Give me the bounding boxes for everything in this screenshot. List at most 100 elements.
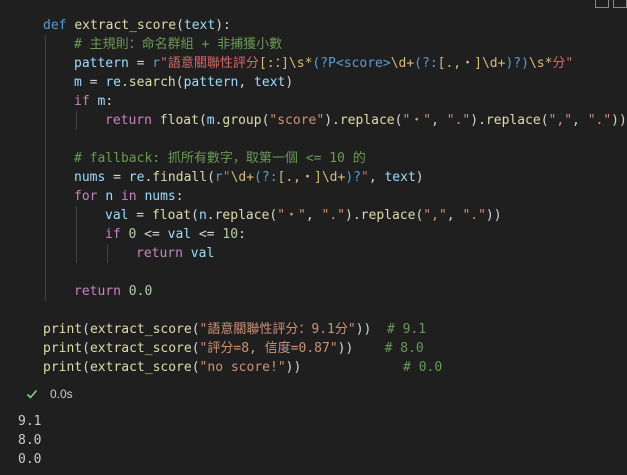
code-token: ( [82,341,90,356]
code-token: for [74,189,98,204]
code-token: = [128,208,152,223]
execution-status: 0.0s [0,383,627,405]
code-token: pattern [74,56,129,71]
code-line[interactable]: print(extract_score("no score!")) # 0.0 [43,358,442,377]
code-token: \d [481,56,498,71]
code-token: 10 [222,227,239,242]
code-token: "score" [269,113,325,128]
indent-guide [45,35,46,301]
code-token: ( [198,113,207,128]
code-token: extract_score [89,341,192,356]
code-token: )) [485,208,502,223]
code-token: replace [360,208,416,223]
code-token: # fallback: 抓所有數字，取第一個 <= 10 的 [74,151,366,166]
code-token: replace [214,208,270,223]
code-token: replace [339,113,395,128]
code-token: # 9.1 [387,322,427,337]
code-token: "." [321,208,346,223]
output-line: 8.0 [18,433,42,448]
code-token: def [43,18,67,33]
code-token: nums [74,170,106,185]
code-line[interactable]: pattern = r"語意關聯性評分[:：]\s*(?P<score>\d+(… [74,54,573,73]
code-token: "語意關聯性評分：9.1分" [199,322,356,337]
code-token: r [152,56,161,71]
code-token: extract_score [74,18,177,33]
code-token: ( [191,208,199,223]
code-token: \s [528,56,545,71]
code-token: . [120,75,129,90]
code-token: )? [345,170,361,185]
code-token: " [222,170,231,185]
code-token: print [43,360,83,375]
code-line[interactable]: if m: [74,92,113,111]
code-token: re [105,75,121,90]
code-token: , [305,208,322,223]
code-line[interactable]: return val [136,244,214,263]
code-token: "・" [277,208,306,223]
code-token: "・" [402,113,432,128]
code-token: nums [144,189,176,204]
code-token: ) [521,56,529,71]
indent-guide [76,111,77,130]
code-token: text [384,170,416,185]
code-token: "." [462,208,486,223]
code-line[interactable]: print(extract_score("語意關聯性評分：9.1分")) # 9… [43,320,426,339]
code-token: (?P<score> [312,56,391,71]
code-token: "." [587,113,612,128]
code-line[interactable]: if 0 <= val <= 10: [105,225,246,244]
code-token: , [368,170,385,185]
code-token: print [43,322,83,337]
code-token: , [238,75,255,90]
code-token: \d [390,56,407,71]
code-token: float [151,208,192,223]
indent-guide [76,206,77,263]
code-token: , [572,113,588,128]
cell-action-icon[interactable] [595,0,609,8]
code-token: ( [191,322,200,337]
code-token: "語意關聯性評分 [160,56,259,71]
code-line[interactable]: print(extract_score("評分=8, 信度=0.87")) # … [43,339,424,358]
code-token: \s [288,56,305,71]
code-token: ( [82,322,90,337]
code-token: text [183,18,216,33]
code-token: [:：] [258,56,289,71]
code-token: . [206,208,215,223]
code-token: ( [207,170,215,185]
code-token: n [105,189,114,204]
code-token: ( [176,18,184,33]
code-token: in [120,189,137,204]
code-token: # 0.0 [403,360,443,375]
code-token: : [238,227,246,242]
code-token: if [105,227,121,242]
code-token: + [406,56,415,71]
code-line[interactable]: for n in nums: [74,187,184,206]
code-token: val [105,208,129,223]
code-token: ( [175,75,184,90]
code-token: return [74,284,121,299]
code-token: search [128,75,176,90]
code-token: <= [191,227,223,242]
code-line[interactable]: m = re.search(pattern, text) [74,73,293,92]
code-token: )? [505,56,522,71]
code-line[interactable]: def extract_score(text): [43,16,231,35]
code-token: ) [285,75,294,90]
code-line[interactable]: # fallback: 抓所有數字，取第一個 <= 10 的 [74,149,366,168]
code-token: \d [230,170,247,185]
code-editor[interactable]: def extract_score(text): # 主規則：命名群組 + 非捕獲… [0,0,627,383]
code-token: "," [423,208,447,223]
code-line[interactable]: val = float(n.replace("・", ".").replace(… [105,206,502,225]
code-token: "no score!" [199,360,286,375]
code-token: \d [321,170,338,185]
code-token: ). [345,208,361,223]
output-line: 0.0 [18,452,42,467]
code-line[interactable]: return float(m.group("score").replace("・… [105,111,627,130]
code-line[interactable]: nums = re.findall(r"\d+(?:[.,・]\d+)?", t… [74,168,424,187]
code-token: group [222,113,262,128]
code-line[interactable]: # 主規則：命名群組 + 非捕獲小數 [74,35,282,54]
cell-action-icon[interactable] [613,0,627,8]
cell-output: 9.1 8.0 0.0 [0,405,627,475]
indent-guide [107,244,108,263]
code-line[interactable]: return 0.0 [74,282,152,301]
